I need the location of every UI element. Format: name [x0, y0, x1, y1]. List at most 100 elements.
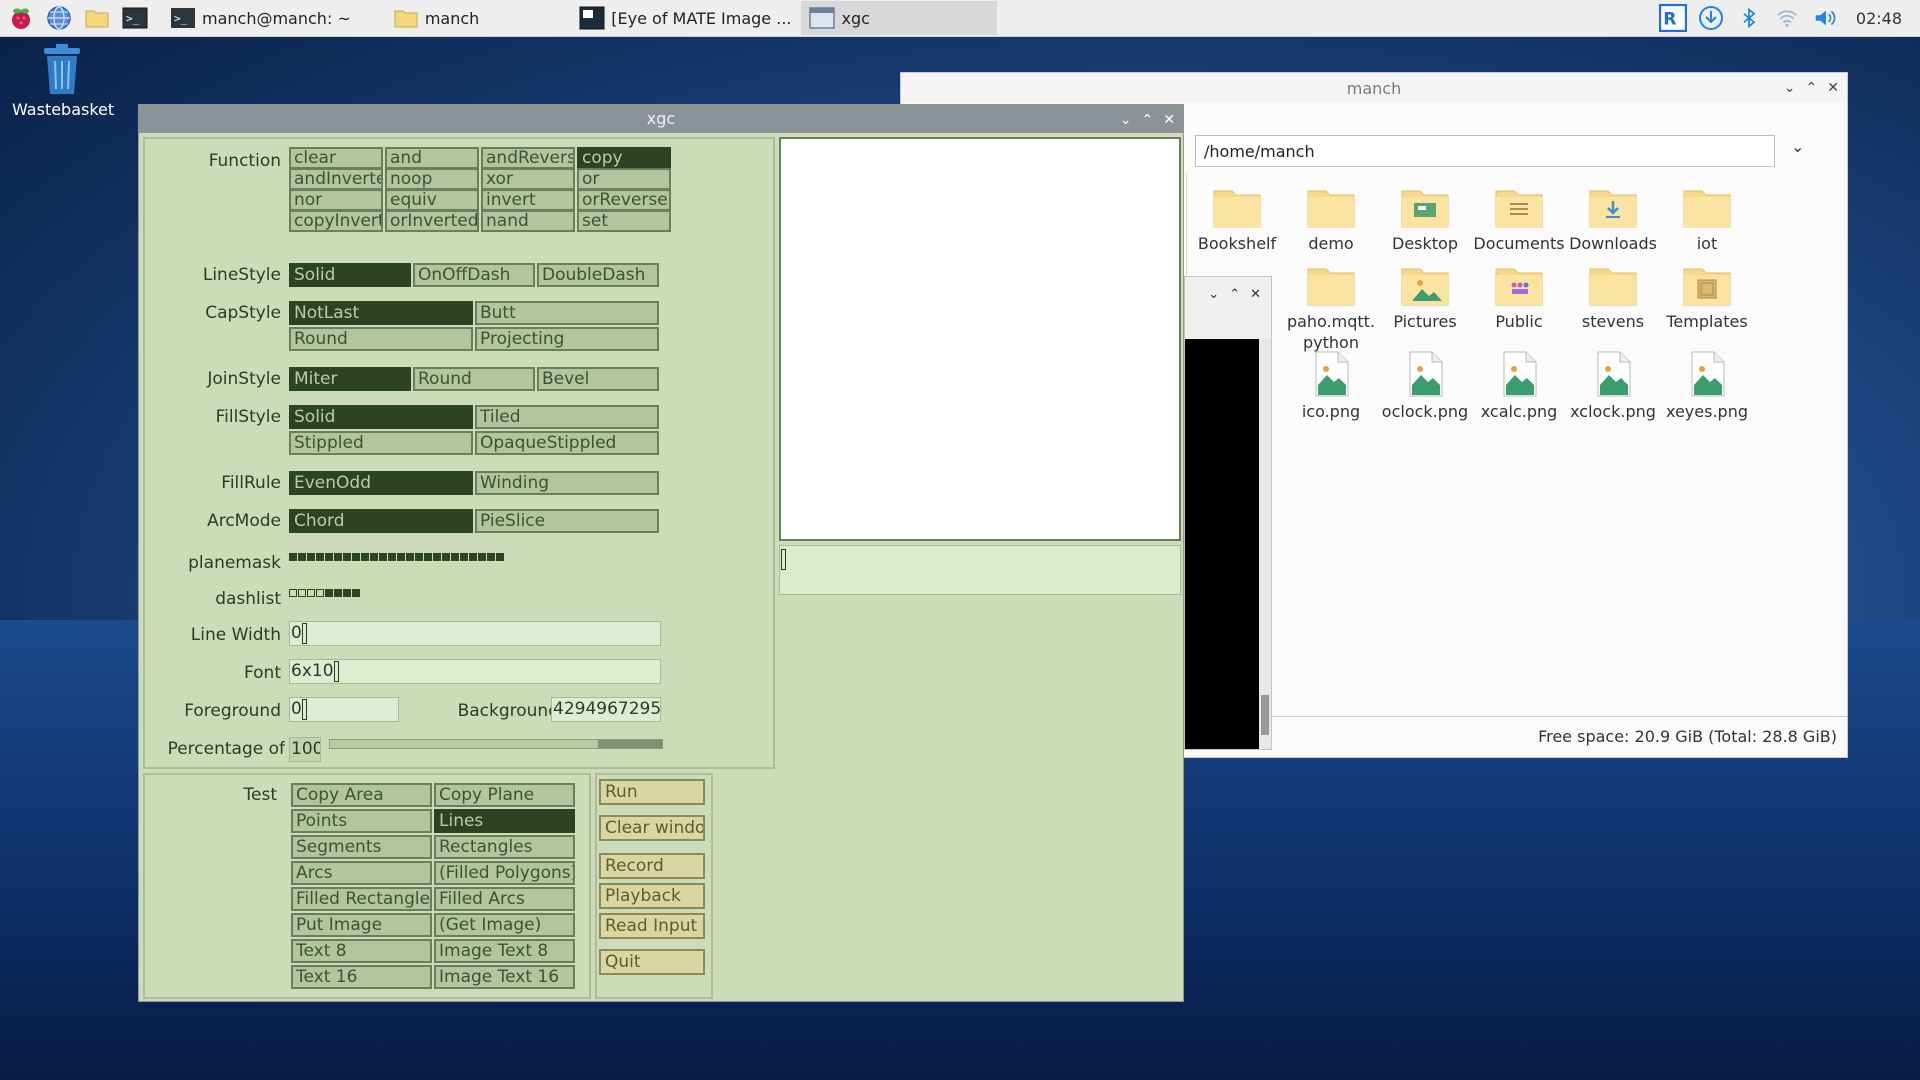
- test-text-16[interactable]: Text 16: [291, 965, 432, 989]
- file-item-stevens[interactable]: stevens: [1567, 261, 1659, 332]
- dashlist-bit[interactable]: [316, 589, 324, 597]
- test-image-text-8[interactable]: Image Text 8: [434, 939, 575, 963]
- test-copy-area[interactable]: Copy Area: [291, 783, 432, 807]
- task-xgc[interactable]: xgc: [801, 1, 998, 35]
- dashlist-bit[interactable]: [289, 589, 297, 597]
- file-item-downloads[interactable]: Downloads: [1567, 183, 1659, 254]
- file-item-pictures[interactable]: Pictures: [1379, 261, 1471, 332]
- function-invert[interactable]: invert: [481, 189, 575, 211]
- function-equiv[interactable]: equiv: [385, 189, 479, 211]
- fillstyle-tiled[interactable]: Tiled: [475, 405, 659, 429]
- wastebasket-desktop-icon[interactable]: Wastebasket: [12, 44, 114, 119]
- file-item-oclock-png[interactable]: oclock.png: [1379, 351, 1471, 422]
- function-orInverted[interactable]: orInverted: [385, 210, 479, 232]
- file-item-xclock-png[interactable]: xclock.png: [1567, 351, 1659, 422]
- planemask-bit[interactable]: [361, 553, 369, 561]
- planemask-bit[interactable]: [325, 553, 333, 561]
- vnc-icon[interactable]: R: [1654, 1, 1692, 35]
- volume-icon[interactable]: [1806, 1, 1844, 35]
- test-text-8[interactable]: Text 8: [291, 939, 432, 963]
- dashlist-bit[interactable]: [325, 589, 333, 597]
- chevron-down-icon[interactable]: ⌄: [1791, 137, 1804, 156]
- planemask-bit[interactable]: [478, 553, 486, 561]
- file-item-templates[interactable]: Templates: [1661, 261, 1753, 332]
- function-xor[interactable]: xor: [481, 168, 575, 190]
- task-image-viewer[interactable]: [Eye of MATE Image ...: [571, 1, 791, 35]
- function-andReverse[interactable]: andReverse: [481, 147, 575, 169]
- test-put-image[interactable]: Put Image: [291, 913, 432, 937]
- fillstyle-solid[interactable]: Solid: [289, 405, 473, 429]
- minimize-icon[interactable]: ⌄: [1120, 106, 1132, 134]
- dashlist-bit[interactable]: [307, 589, 315, 597]
- function-and[interactable]: and: [385, 147, 479, 169]
- playback-button[interactable]: Playback: [599, 883, 705, 909]
- run-button[interactable]: Run: [599, 779, 705, 805]
- test-filled-arcs[interactable]: Filled Arcs: [434, 887, 575, 911]
- close-icon[interactable]: ✕: [1250, 287, 1261, 302]
- capstyle-projecting[interactable]: Projecting: [475, 327, 659, 351]
- planemask-bit[interactable]: [415, 553, 423, 561]
- dashlist-bit[interactable]: [343, 589, 351, 597]
- planemask-bit[interactable]: [442, 553, 450, 561]
- file-item-xcalc-png[interactable]: xcalc.png: [1473, 351, 1565, 422]
- update-icon[interactable]: [1692, 1, 1730, 35]
- dashlist-bit[interactable]: [334, 589, 342, 597]
- bluetooth-icon[interactable]: [1730, 1, 1768, 35]
- drawing-canvas[interactable]: [779, 137, 1181, 541]
- scrollbar-thumb[interactable]: [1261, 695, 1269, 735]
- test-segments[interactable]: Segments: [291, 835, 432, 859]
- close-icon[interactable]: ✕: [1827, 80, 1839, 96]
- planemask-bit[interactable]: [388, 553, 396, 561]
- path-bar[interactable]: /home/manch: [1195, 135, 1775, 167]
- test-image-text-16[interactable]: Image Text 16: [434, 965, 575, 989]
- font-input[interactable]: 6x10: [289, 659, 661, 684]
- fillrule-winding[interactable]: Winding: [475, 471, 659, 495]
- minimize-icon[interactable]: ⌄: [1208, 287, 1219, 302]
- fillrule-evenodd[interactable]: EvenOdd: [289, 471, 473, 495]
- dashlist-bit[interactable]: [352, 589, 360, 597]
- planemask-bit[interactable]: [460, 553, 468, 561]
- function-noop[interactable]: noop: [385, 168, 479, 190]
- background-input[interactable]: 4294967295: [551, 697, 661, 722]
- planemask-bit[interactable]: [379, 553, 387, 561]
- function-nand[interactable]: nand: [481, 210, 575, 232]
- quit-button[interactable]: Quit: [599, 949, 705, 975]
- capstyle-butt[interactable]: Butt: [475, 301, 659, 325]
- percentage-slider[interactable]: [329, 739, 663, 749]
- planemask-bit[interactable]: [406, 553, 414, 561]
- maximize-icon[interactable]: ⌃: [1229, 287, 1240, 302]
- planemask-bit[interactable]: [451, 553, 459, 561]
- close-icon[interactable]: ✕: [1163, 106, 1175, 134]
- test-points[interactable]: Points: [291, 809, 432, 833]
- function-orReverse[interactable]: orReverse: [577, 189, 671, 211]
- file-item-paho-mqtt-python[interactable]: paho.mqtt. python: [1285, 261, 1377, 353]
- planemask-bit[interactable]: [334, 553, 342, 561]
- test-copy-plane[interactable]: Copy Plane: [434, 783, 575, 807]
- planemask-bit[interactable]: [307, 553, 315, 561]
- file-manager-icon[interactable]: [80, 2, 114, 34]
- function-copyInverted[interactable]: copyInverted: [289, 210, 383, 232]
- task-file-manager[interactable]: manch: [385, 1, 479, 35]
- task-terminal[interactable]: >_ manch@manch: ~: [162, 1, 351, 35]
- file-item-desktop[interactable]: Desktop: [1379, 183, 1471, 254]
- terminal-body[interactable]: [1185, 339, 1259, 749]
- web-browser-icon[interactable]: [42, 2, 76, 34]
- test-arcs[interactable]: Arcs: [291, 861, 432, 885]
- linestyle-solid[interactable]: Solid: [289, 263, 411, 287]
- test-get-image[interactable]: (Get Image): [434, 913, 575, 937]
- title-bar[interactable]: ⌄ ⌃ ✕: [1185, 277, 1271, 311]
- clear-window-button[interactable]: Clear window: [599, 815, 705, 841]
- test-filled-rectangles[interactable]: Filled Rectangles: [291, 887, 432, 911]
- planemask-bit[interactable]: [397, 553, 405, 561]
- function-andInverted[interactable]: andInverted: [289, 168, 383, 190]
- foreground-input[interactable]: 0: [289, 697, 399, 722]
- scrollbar[interactable]: [1259, 339, 1271, 749]
- planemask-bit[interactable]: [316, 553, 324, 561]
- title-bar[interactable]: xgc ⌄ ⌃ ✕: [139, 105, 1183, 133]
- planemask-bit[interactable]: [424, 553, 432, 561]
- dashlist-bits[interactable]: [289, 589, 361, 597]
- file-item-demo[interactable]: demo: [1285, 183, 1377, 254]
- planemask-bit[interactable]: [298, 553, 306, 561]
- record-button[interactable]: Record: [599, 853, 705, 879]
- planemask-bits[interactable]: [289, 553, 505, 561]
